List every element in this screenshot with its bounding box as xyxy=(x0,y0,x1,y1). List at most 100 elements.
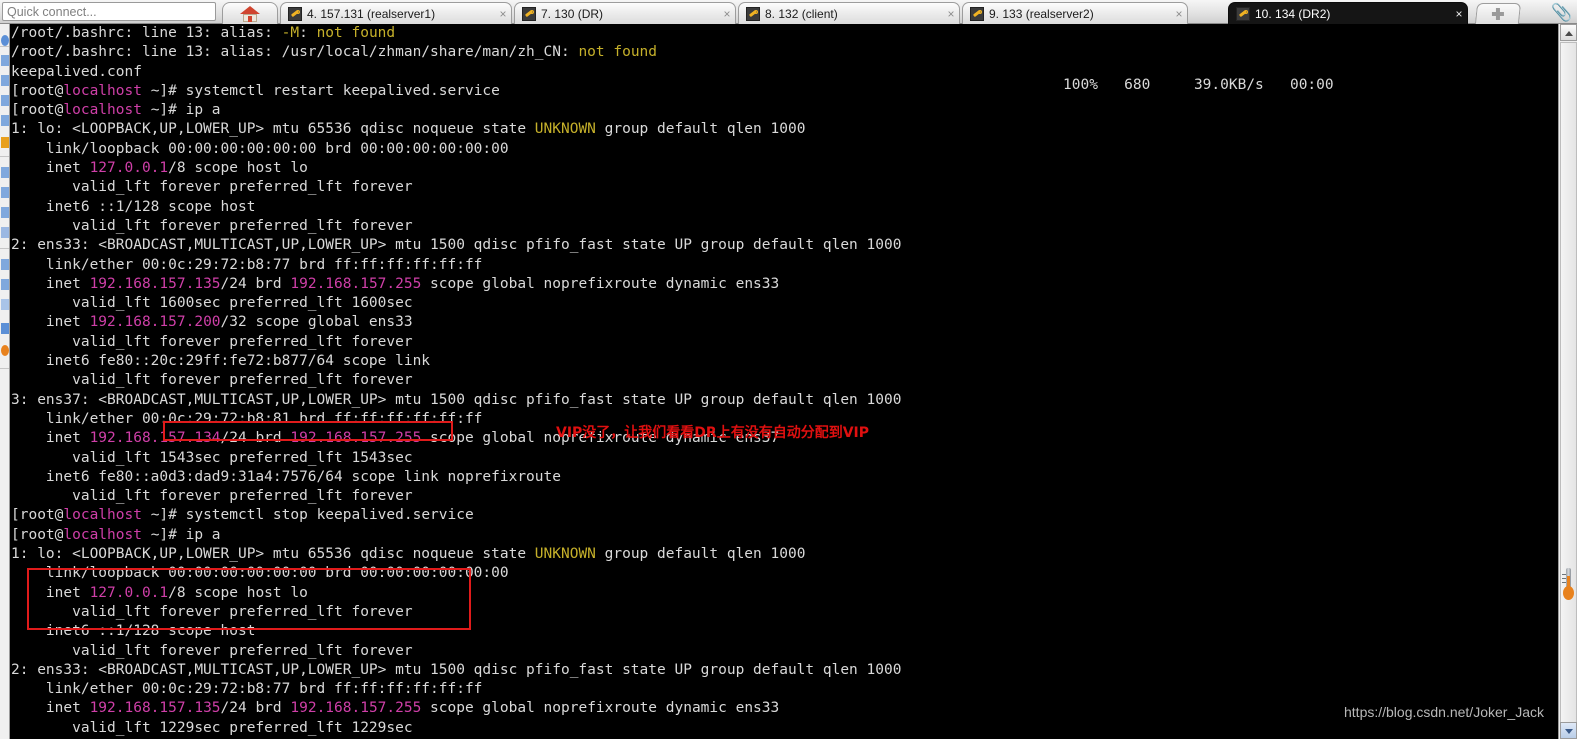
tab-bar: Quick connect... 4. 157.131 (realserver1… xyxy=(0,0,1577,24)
terminal-span: 127.0.0.1 xyxy=(89,160,169,177)
tab-realserver1[interactable]: 4. 157.131 (realserver1) × xyxy=(280,2,512,24)
terminal-span: [root@ xyxy=(11,82,64,99)
strip-item[interactable] xyxy=(0,32,9,50)
terminal-span: valid_lft forever preferred_lft forever xyxy=(11,603,413,620)
strip-item[interactable] xyxy=(0,224,9,242)
close-icon[interactable]: × xyxy=(719,7,735,21)
terminal-span: inet xyxy=(11,314,90,331)
terminal-span: 192.168.157.135 xyxy=(89,700,221,717)
terminal-span: 192.168.157.255 xyxy=(290,275,422,292)
terminal-line: /root/.bashrc: line 13: alias: -M: not f… xyxy=(11,24,901,43)
terminal-span: valid_lft forever preferred_lft forever xyxy=(11,217,413,234)
terminal-scrollbar[interactable] xyxy=(1558,24,1577,739)
strip-item[interactable] xyxy=(0,52,9,70)
close-icon[interactable]: × xyxy=(943,7,959,21)
session-key-icon xyxy=(288,6,302,21)
terminal-span: localhost xyxy=(63,82,142,99)
terminal-span: not found xyxy=(316,25,396,41)
terminal-span: /root/.bashrc: line 13: alias: xyxy=(11,25,282,41)
tab-label: 7. 130 (DR) xyxy=(541,6,604,21)
strip-item[interactable] xyxy=(0,276,9,294)
terminal-line: valid_lft 1229sec preferred_lft 1229sec xyxy=(11,719,901,738)
terminal-line: [root@localhost ~]# systemctl restart ke… xyxy=(11,82,901,101)
strip-item[interactable] xyxy=(0,342,9,360)
session-key-icon xyxy=(522,6,536,21)
scroll-down-button[interactable] xyxy=(1560,722,1577,739)
scroll-up-button[interactable] xyxy=(1560,24,1577,41)
watermark-url: https://blog.csdn.net/Joker_Jack xyxy=(1344,704,1544,720)
terminal-line: 1: lo: <LOOPBACK,UP,LOWER_UP> mtu 65536 … xyxy=(11,120,901,139)
terminal-line: inet6 ::1/128 scope host xyxy=(11,622,901,641)
terminal-span: inet xyxy=(11,584,90,601)
scrollbar-thumb[interactable] xyxy=(1560,42,1577,732)
terminal-span: 2: ens33: <BROADCAST,MULTICAST,UP,LOWER_… xyxy=(11,661,902,678)
terminal-span: inet6 ::1/128 scope host xyxy=(11,623,256,640)
terminal-span: /24 brd xyxy=(220,430,291,447)
terminal-line: [root@localhost ~]# systemctl stop keepa… xyxy=(11,506,901,525)
tab-label: 9. 133 (realserver2) xyxy=(989,6,1094,21)
close-icon[interactable]: × xyxy=(1171,7,1187,21)
strip-item[interactable] xyxy=(0,320,9,338)
terminal-line: valid_lft 1600sec preferred_lft 1600sec xyxy=(11,294,901,313)
terminal-span: inet xyxy=(11,430,90,447)
terminal-span: scope global noprefixroute dynamic ens33 xyxy=(421,700,780,717)
terminal-span: group default qlen 1000 xyxy=(595,121,806,138)
new-tab-button[interactable] xyxy=(1474,3,1522,24)
strip-item[interactable] xyxy=(0,92,9,110)
plus-icon xyxy=(1492,8,1504,20)
strip-item[interactable] xyxy=(0,134,9,152)
terminal-span: valid_lft 1600sec preferred_lft 1600sec xyxy=(11,295,413,312)
terminal-line: 3: ens37: <BROADCAST,MULTICAST,UP,LOWER_… xyxy=(11,391,901,410)
terminal-span: link/loopback 00:00:00:00:00:00 brd 00:0… xyxy=(11,140,509,157)
tab-dr[interactable]: 7. 130 (DR) × xyxy=(514,2,736,24)
strip-item[interactable] xyxy=(0,184,9,202)
file-transfer-status: 100% 680 39.0KB/s 00:00 xyxy=(1063,77,1334,93)
terminal-span: valid_lft forever preferred_lft forever xyxy=(11,179,413,196)
terminal-span: 192.168.157.255 xyxy=(290,700,422,717)
terminal-span: inet6 ::1/128 scope host xyxy=(11,198,256,215)
chevron-up-icon xyxy=(1565,31,1573,36)
tab-dr2[interactable]: 10. 134 (DR2) × xyxy=(1228,2,1468,24)
terminal-line: [root@localhost ~]# ip a xyxy=(11,526,901,545)
strip-item[interactable] xyxy=(0,296,9,314)
terminal-span: link/ether 00:0c:29:72:b8:77 brd ff:ff:f… xyxy=(11,681,483,698)
terminal-span: keepalived.conf xyxy=(11,63,142,80)
terminal-line: valid_lft forever preferred_lft forever xyxy=(11,487,901,506)
terminal-span: link/ether 00:0c:29:72:b8:81 brd ff:ff:f… xyxy=(11,410,483,427)
terminal-line: /root/.bashrc: line 13: alias: /usr/loca… xyxy=(11,43,901,62)
terminal-span: 1: lo: <LOOPBACK,UP,LOWER_UP> mtu 65536 … xyxy=(11,546,535,563)
terminal-span: valid_lft 1543sec preferred_lft 1543sec xyxy=(11,449,413,466)
terminal-span: valid_lft forever preferred_lft forever xyxy=(11,488,413,505)
session-key-icon xyxy=(1236,6,1250,21)
terminal-span: ~]# ip a xyxy=(141,102,221,119)
strip-item[interactable] xyxy=(0,204,9,222)
strip-item[interactable] xyxy=(0,72,9,90)
terminal-line: inet 127.0.0.1/8 scope host lo xyxy=(11,584,901,603)
paperclip-icon[interactable]: 📎 xyxy=(1551,3,1572,23)
tab-home-session-manager[interactable] xyxy=(222,2,278,24)
terminal-span: 1: lo: <LOOPBACK,UP,LOWER_UP> mtu 65536 … xyxy=(11,121,535,138)
terminal-output[interactable]: /root/.bashrc: line 13: alias: -M: not f… xyxy=(11,24,1558,739)
strip-item[interactable] xyxy=(0,112,9,130)
terminal-span: group default qlen 1000 xyxy=(595,546,806,563)
terminal-line: link/loopback 00:00:00:00:00:00 brd 00:0… xyxy=(11,140,901,159)
quick-connect-input[interactable]: Quick connect... xyxy=(2,2,216,21)
thermometer-icon xyxy=(1562,568,1575,604)
session-manager-strip[interactable] xyxy=(0,24,10,739)
tab-realserver2[interactable]: 9. 133 (realserver2) × xyxy=(962,2,1188,24)
tab-client[interactable]: 8. 132 (client) × xyxy=(738,2,960,24)
strip-item[interactable] xyxy=(0,164,9,182)
terminal-span: ~]# systemctl stop keepalived.service xyxy=(141,507,474,524)
strip-item[interactable] xyxy=(0,256,9,274)
terminal-line: valid_lft forever preferred_lft forever xyxy=(11,217,901,236)
close-icon[interactable]: × xyxy=(495,7,511,21)
close-icon[interactable]: × xyxy=(1451,7,1467,21)
terminal-span: -M xyxy=(281,25,300,41)
tab-label: 8. 132 (client) xyxy=(765,6,838,21)
chevron-down-icon xyxy=(1565,729,1573,734)
terminal-span: [root@ xyxy=(11,102,64,119)
terminal-line: valid_lft forever preferred_lft forever xyxy=(11,642,901,661)
terminal-span: /24 brd xyxy=(220,275,291,292)
terminal-line: valid_lft forever preferred_lft forever xyxy=(11,333,901,352)
terminal-span: inet6 fe80::20c:29ff:fe72:b877/64 scope … xyxy=(11,353,431,370)
